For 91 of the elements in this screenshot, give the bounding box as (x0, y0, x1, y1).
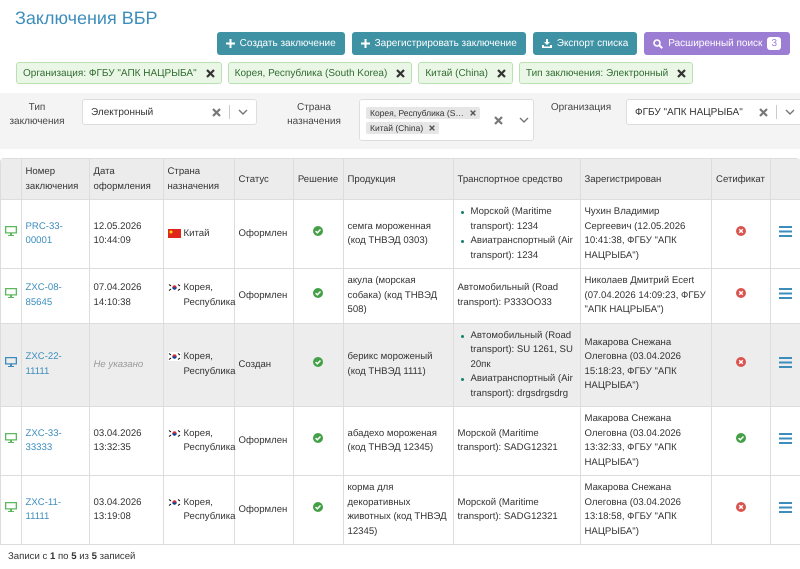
caret-icon[interactable] (518, 117, 529, 123)
country-text: Китай (184, 226, 210, 241)
transport-text: Авиатранспортный (Air transport): drgsdrgsdrg (470, 373, 573, 398)
caret-icon[interactable] (785, 109, 795, 115)
column-header: Зарегистрирован (584, 174, 662, 184)
menu-icon[interactable] (779, 502, 792, 513)
conclusion-link[interactable]: PRC-33-00001 (26, 220, 84, 248)
conclusion-link[interactable]: ZXC-11-11111 (26, 496, 84, 524)
remove-icon[interactable] (429, 124, 436, 130)
filter-label: Страна назначения (286, 101, 342, 129)
filter-tag-label: Организация: ФГБУ "АПК НАЦРЫБА" (23, 68, 197, 78)
transport-text: Морской (Maritime transport): SADG12321 (458, 496, 558, 522)
select-field[interactable]: Корея, Республика (S… Китай (China) (359, 99, 534, 141)
filter-tag-label: Корея, Республика (South Korea) (234, 68, 388, 78)
status-text: Оформлен (238, 290, 288, 300)
conclusion-link[interactable]: ZXC-08-85645 (26, 281, 84, 310)
transport-text: Автомобильный (Road transport): SU 1261, SU 20пк (470, 330, 573, 370)
download-icon (542, 39, 552, 48)
column-header: Статус (238, 174, 269, 184)
selected-chip[interactable]: Китай (China) (366, 122, 440, 134)
transport-text: Авиатранспортный (Air transport): 1234 (470, 235, 573, 260)
registered-text: Макарова Снежана Олеговна (03.04.2026 13:18:58, ФГБУ "АПК НАЦРЫБА") (584, 482, 682, 536)
clear-icon[interactable] (759, 108, 768, 116)
country-text: Корея, Республика (184, 281, 236, 310)
transport-text: Морской (Maritime transport): 1234 (470, 206, 552, 232)
product-text: берикс мороженый (код ТНВЭД 1111) (348, 351, 432, 377)
search-icon (653, 38, 664, 48)
registered-text: Макарова Снежана Олеговна (03.04.2026 13:32:33, ФГБУ "АПК НАЦРЫБА") (584, 413, 682, 468)
registered-text: Макарова Снежана Олеговна (03.04.2026 15:18:23, ФГБУ "АПК НАЦРЫБА") (584, 336, 682, 392)
product-text: абадехо мороженая (код ТНВЭД 12345) (348, 428, 437, 453)
registered-text: Николаев Дмитрий Ecert (07.04.2026 14:09:23, ФГБУ "АПК НАЦРЫБА") (584, 275, 706, 315)
remove-icon[interactable] (396, 68, 406, 78)
remove-icon[interactable] (496, 68, 506, 78)
selected-chip[interactable]: Корея, Республика (S… (366, 106, 480, 118)
product-text: корма для декоративных животных (код ТНВЭД 12345) (348, 482, 447, 536)
date-text: Не указано (94, 358, 144, 370)
status-text: Оформлен (238, 504, 288, 515)
count-badge: 3 (767, 37, 781, 50)
column-header: Номер заключения (26, 166, 78, 192)
remove-icon[interactable] (206, 68, 215, 78)
conclusion-link[interactable]: ZXC-33-33333 (26, 426, 84, 456)
filter-label: Тип заключения (8, 101, 66, 129)
menu-icon[interactable] (779, 288, 792, 298)
column-header: Дата оформления (94, 166, 151, 192)
country-text: Корея, Республика (184, 496, 236, 524)
remove-icon[interactable] (677, 68, 686, 78)
status-text: Оформлен (238, 228, 288, 239)
menu-icon[interactable] (779, 432, 792, 444)
remove-icon[interactable] (470, 110, 476, 116)
column-header: Сетификат (716, 174, 765, 184)
menu-icon[interactable] (779, 356, 792, 368)
add-button[interactable]: Зарегистрировать заключение (352, 32, 526, 55)
registered-text: Чухин Владимир Сергеевич (12.05.2026 10:41:38, ФГБУ "АПК НАЦРЫБА") (584, 206, 686, 260)
table-row[interactable] (1, 406, 800, 476)
country-text: Корея, Республика (184, 426, 236, 455)
menu-icon[interactable] (779, 226, 792, 237)
date-text: 12.05.2026 10:44:09 (94, 220, 142, 246)
plus-icon (360, 39, 370, 48)
status-text: Оформлен (238, 434, 288, 446)
clear-icon[interactable] (212, 108, 221, 116)
table-row[interactable] (1, 200, 800, 268)
date-text: 03.04.2026 13:19:08 (94, 496, 142, 522)
export-button[interactable]: Экспорт списка (532, 32, 638, 55)
add-button[interactable]: Создать заключение (216, 32, 345, 55)
table-row[interactable] (1, 323, 800, 406)
product-text: семга мороженная (код ТНВЭД 0303) (348, 220, 431, 246)
transport-text: Автомобильный (Road transport): Р333ОО33 (458, 282, 558, 308)
select-field[interactable]: Электронный (82, 99, 257, 125)
filter-tag-label: Тип заключения: Электронный (526, 68, 668, 78)
date-text: 03.04.2026 13:32:35 (94, 428, 142, 453)
plus-icon (226, 39, 235, 48)
column-header: Транспортное средство (458, 174, 563, 184)
table-row[interactable] (1, 476, 800, 544)
filter-label: Организация (550, 101, 612, 115)
records-summary: Записи с 1 по 5 из 5 записей (8, 551, 136, 562)
date-text: 07.04.2026 14:10:38 (94, 282, 142, 308)
column-header: Продукция (348, 174, 396, 184)
filter-tag-label: Китай (China) (425, 68, 488, 78)
select-field[interactable]: ФГБУ "АПК НАЦРЫБА" (626, 99, 800, 125)
column-header: Страна назначения (168, 166, 220, 192)
country-text: Корея, Республика (184, 350, 236, 379)
advanced-search-button[interactable]: Расширенный поиск 3 (644, 32, 790, 55)
column-header: Решение (298, 174, 338, 184)
conclusion-link[interactable]: ZXC-22-11111 (26, 350, 84, 380)
page-title: Заключения ВБР (15, 8, 159, 28)
caret-icon[interactable] (238, 109, 248, 115)
transport-text: Морской (Maritime transport): SADG12321 (458, 428, 558, 453)
clear-icon[interactable] (494, 116, 503, 124)
status-text: Создан (238, 358, 272, 370)
product-text: акула (морская собака) (код ТНВЭД 508) (348, 275, 438, 315)
table-row[interactable] (1, 268, 800, 323)
